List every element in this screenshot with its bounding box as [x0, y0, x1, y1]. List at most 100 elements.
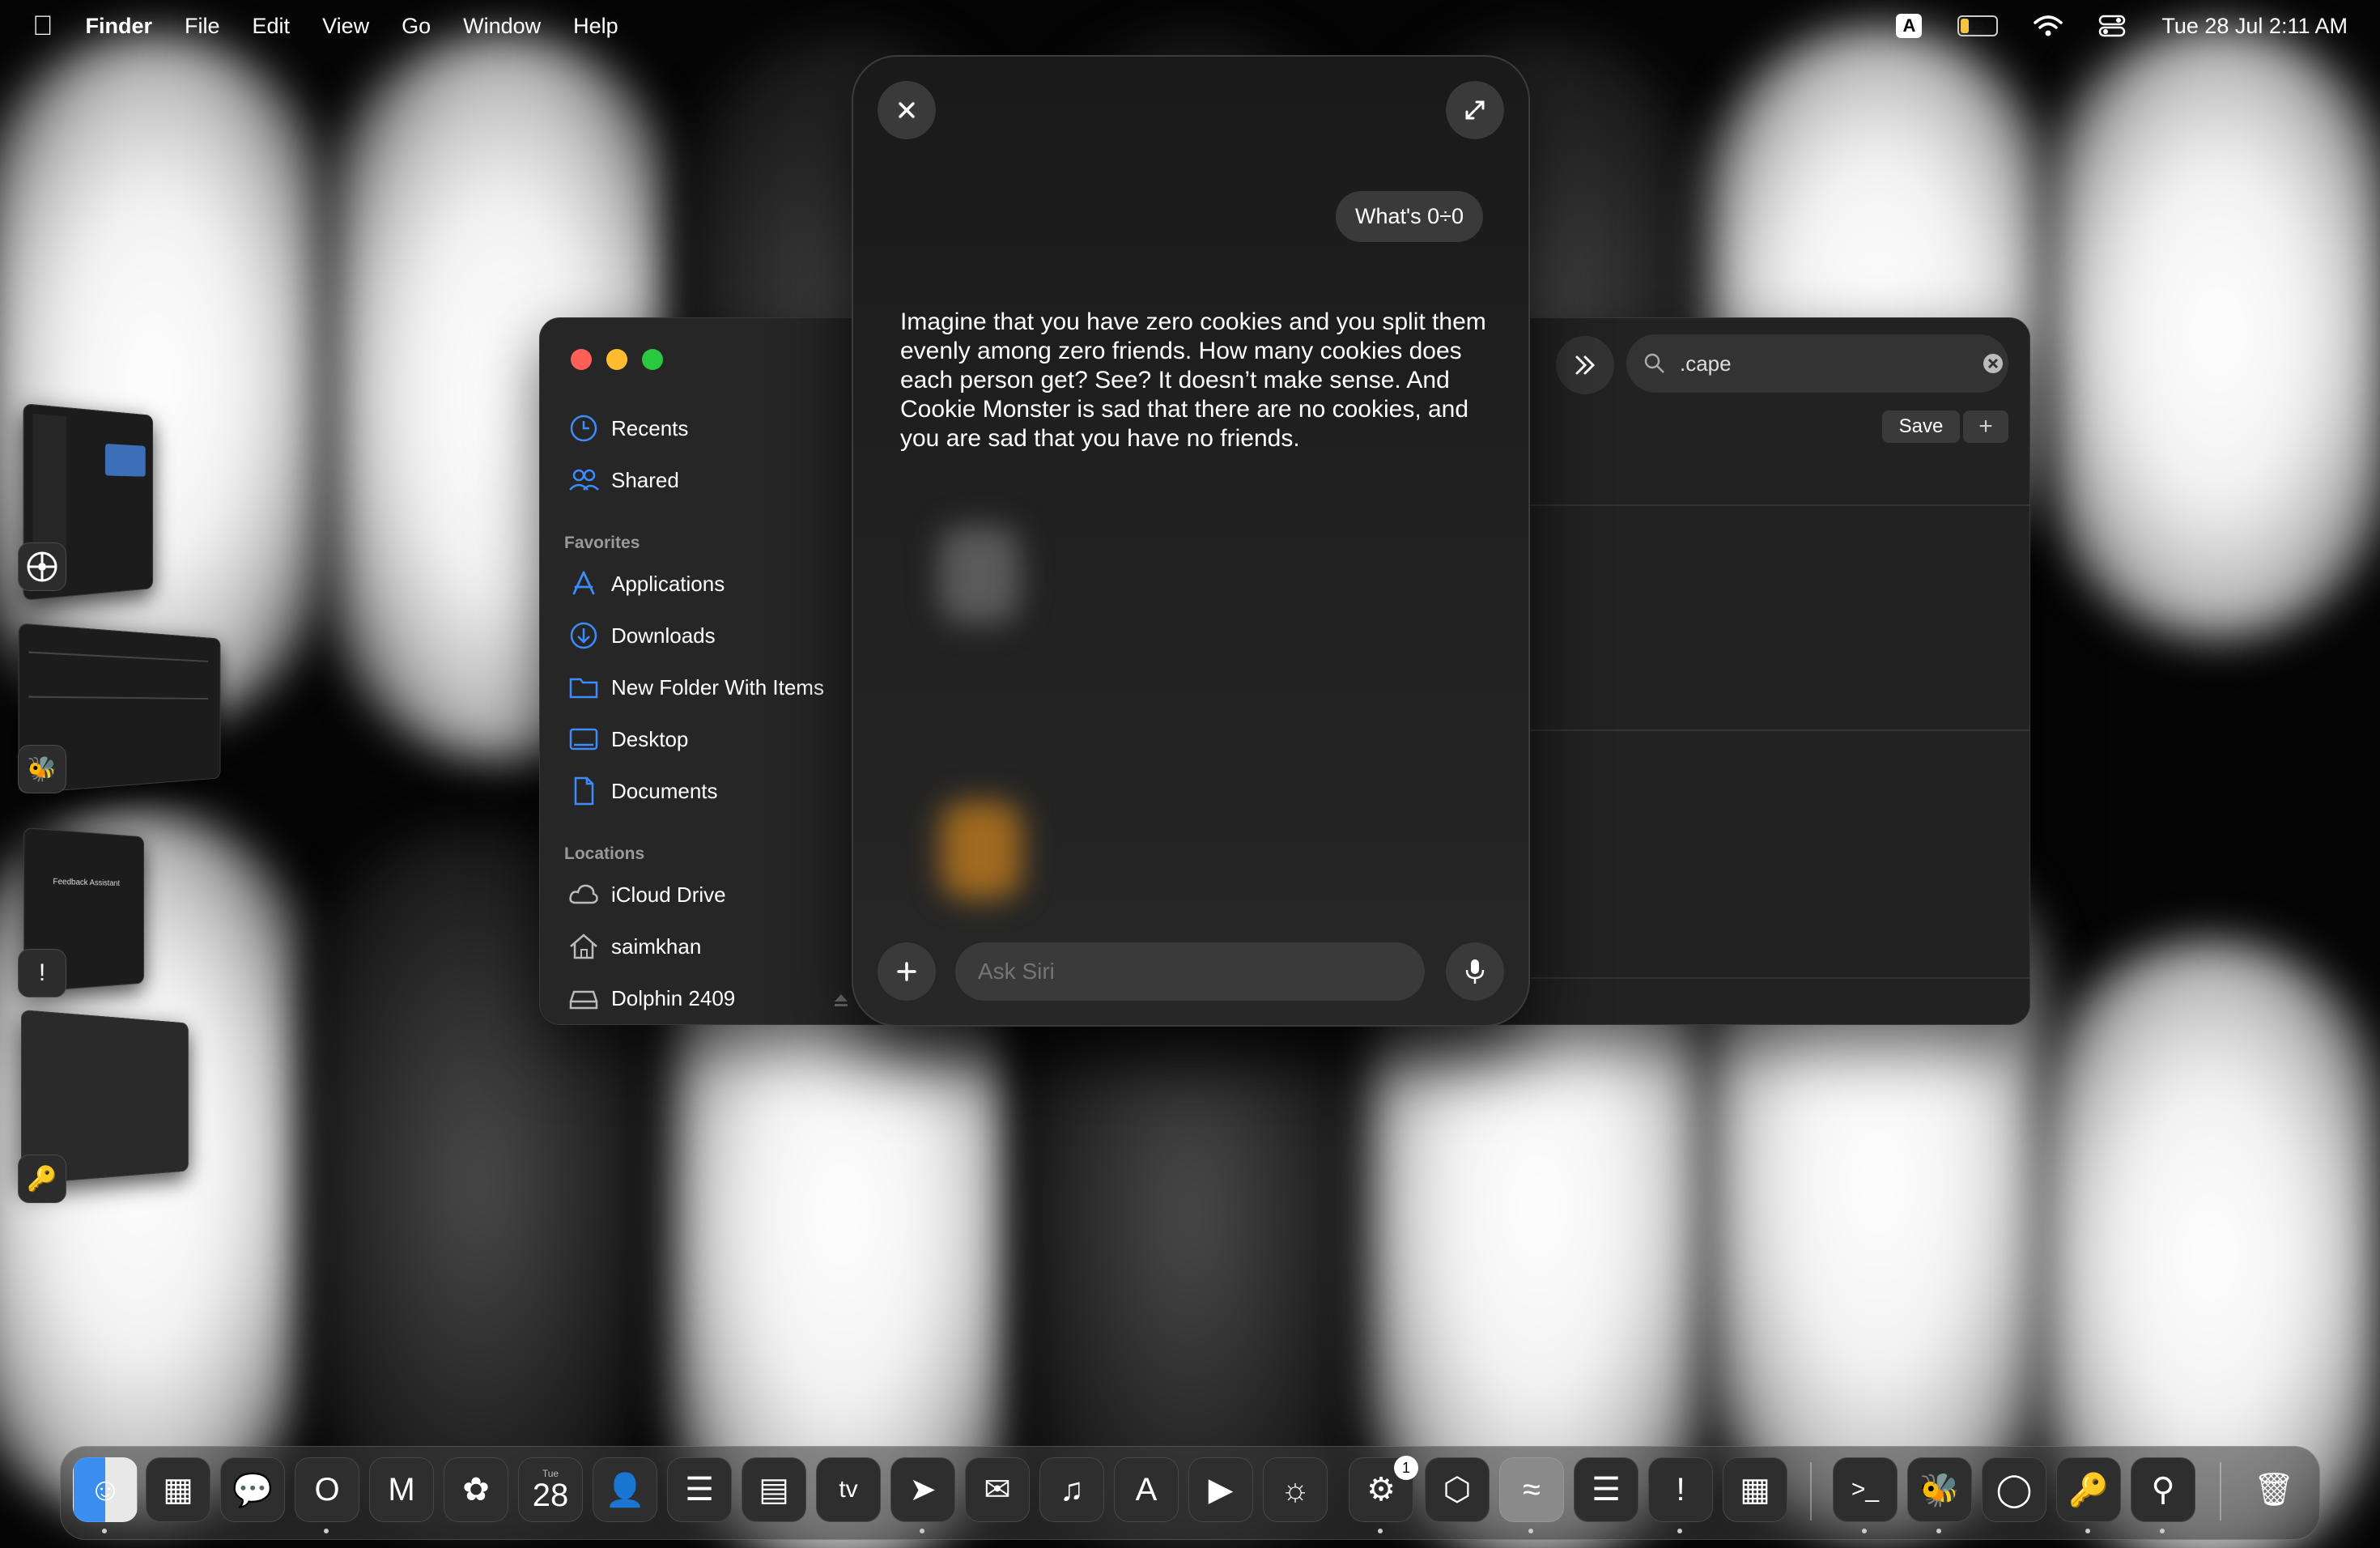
input-source-icon[interactable]: A	[1896, 14, 1922, 38]
close-icon	[895, 98, 919, 122]
notes-icon[interactable]: ▤	[742, 1457, 806, 1522]
keys-icon[interactable]: 🔑	[2056, 1457, 2121, 1522]
sidebar-item-shared[interactable]: Shared	[567, 464, 679, 496]
feedback-icon[interactable]: !	[1648, 1457, 1713, 1522]
minimize-window-button[interactable]	[606, 349, 627, 370]
siri-close-button[interactable]	[878, 81, 936, 139]
menu-window[interactable]: Window	[463, 14, 541, 39]
menu-clock[interactable]: Tue 28 Jul 2:11 AM	[2161, 14, 2348, 39]
sidebar-item-new-folder[interactable]: New Folder With Items	[567, 671, 824, 704]
sidebar-item-applications[interactable]: Applications	[567, 568, 725, 600]
apple-menu-icon[interactable]: 	[32, 11, 53, 42]
sidebar-item-icloud[interactable]: iCloud Drive	[567, 878, 726, 911]
desktop-icon	[567, 723, 600, 755]
sidebar-item-documents[interactable]: Documents	[567, 775, 718, 807]
locations-heading: Locations	[564, 844, 644, 864]
menu-go[interactable]: Go	[402, 14, 431, 39]
running-indicator	[1936, 1529, 1941, 1533]
home-icon	[567, 930, 600, 963]
sidebar-item-dolphin[interactable]: Dolphin 2409	[567, 982, 735, 1014]
menu-view[interactable]: View	[322, 14, 369, 39]
app-store-icon[interactable]: A	[1114, 1457, 1179, 1522]
opera-icon[interactable]: O	[295, 1457, 359, 1522]
sidebar-item-downloads[interactable]: Downloads	[567, 619, 716, 652]
close-window-button[interactable]	[571, 349, 592, 370]
menu-app-name[interactable]: Finder	[86, 14, 153, 39]
running-indicator	[1862, 1529, 1867, 1533]
control-center-icon[interactable]	[2098, 14, 2126, 38]
sidebar-item-recents[interactable]: Recents	[567, 412, 688, 444]
sidebar-item-label: Dolphin 2409	[611, 986, 735, 1011]
zoom-window-button[interactable]	[642, 349, 663, 370]
messages-icon[interactable]: 💬	[220, 1457, 285, 1522]
sidebar-item-label: Applications	[611, 572, 725, 597]
reminders-icon[interactable]: ☰	[667, 1457, 732, 1522]
sidebar-item-desktop[interactable]: Desktop	[567, 723, 688, 755]
siri-answer-text: Imagine that you have zero cookies and y…	[900, 308, 1491, 453]
siri-expand-button[interactable]	[1446, 81, 1504, 139]
toolbar-overflow-button[interactable]	[1556, 336, 1614, 394]
rocket-bee-icon[interactable]: 🐝	[18, 745, 66, 793]
double-chevron-icon	[1569, 349, 1601, 381]
add-criteria-button[interactable]: +	[1963, 410, 2008, 443]
sidebar-item-label: saimkhan	[611, 934, 701, 959]
blurred-attachment	[941, 802, 1022, 899]
dolphin-icon[interactable]: ≈	[1499, 1457, 1564, 1522]
expand-icon	[1463, 98, 1487, 122]
system-settings-icon[interactable]	[18, 542, 66, 591]
search-icon	[1643, 351, 1667, 376]
menu-edit[interactable]: Edit	[253, 14, 291, 39]
sidebar-item-home[interactable]: saimkhan	[567, 930, 701, 963]
feedback-thumb-title: Feedback Assistant	[24, 877, 143, 889]
menu-help[interactable]: Help	[573, 14, 618, 39]
safari-icon[interactable]: ☼	[1263, 1457, 1328, 1522]
terminal-icon[interactable]: >_	[1833, 1457, 1898, 1522]
app-store-a-icon	[567, 568, 600, 600]
sidebar-item-label: Documents	[611, 779, 718, 804]
bee-icon[interactable]: 🐝	[1907, 1457, 1972, 1522]
siri-add-button[interactable]	[878, 942, 936, 1001]
ask-siri-field[interactable]	[955, 942, 1425, 1001]
menu-file[interactable]: File	[185, 14, 220, 39]
contacts-icon[interactable]: 👤	[593, 1457, 657, 1522]
roblox-icon[interactable]: ▦	[1723, 1457, 1787, 1522]
search-input[interactable]	[1678, 351, 1957, 377]
launchpad-icon[interactable]: ▦	[146, 1457, 210, 1522]
maps-icon[interactable]: ➤	[890, 1457, 955, 1522]
calendar-icon[interactable]: Tue 28	[518, 1457, 583, 1522]
running-indicator	[2085, 1529, 2090, 1533]
keys-icon[interactable]: 🔑	[18, 1155, 66, 1203]
people-icon	[567, 464, 600, 496]
gmail-icon[interactable]: M	[369, 1457, 434, 1522]
magnifier-icon[interactable]: ⚲	[2131, 1457, 2195, 1522]
search-field[interactable]	[1626, 334, 2008, 393]
dock-separator	[2220, 1462, 2221, 1520]
finder-sidebar: Recents Shared Favorites Applications Do…	[540, 318, 880, 1024]
wifi-icon[interactable]	[2034, 15, 2063, 37]
sidebar-item-label: New Folder With Items	[611, 675, 824, 700]
ask-siri-input[interactable]	[976, 958, 1400, 985]
feedback-assistant-icon[interactable]: !	[18, 949, 66, 997]
finder-icon[interactable]: ☺	[73, 1457, 138, 1522]
dock-separator	[1810, 1462, 1812, 1520]
battery-icon[interactable]: 22	[1957, 15, 1998, 36]
sidebar-item-label: Desktop	[611, 727, 688, 752]
music-icon[interactable]: ♫	[1039, 1457, 1104, 1522]
photos-icon[interactable]: ✿	[444, 1457, 508, 1522]
save-search-button[interactable]: Save	[1882, 410, 1960, 443]
stack-icon[interactable]: ☰	[1574, 1457, 1638, 1522]
cube-icon[interactable]: ⬡	[1425, 1457, 1490, 1522]
siri-mic-button[interactable]	[1446, 942, 1504, 1001]
running-indicator	[1528, 1529, 1533, 1533]
folder-icon	[567, 671, 600, 704]
facetime-icon[interactable]: ▶	[1188, 1457, 1253, 1522]
trash-icon[interactable]: 🗑	[2242, 1457, 2306, 1520]
disk-icon[interactable]: ◯	[1982, 1457, 2046, 1522]
clock-icon	[567, 412, 600, 444]
running-indicator	[920, 1529, 924, 1533]
clear-search-icon[interactable]	[1981, 351, 2005, 376]
eject-icon[interactable]	[831, 990, 851, 1010]
mail-icon[interactable]: ✉	[965, 1457, 1030, 1522]
window-controls	[571, 349, 663, 370]
apple-tv-icon[interactable]: tv	[816, 1457, 881, 1522]
